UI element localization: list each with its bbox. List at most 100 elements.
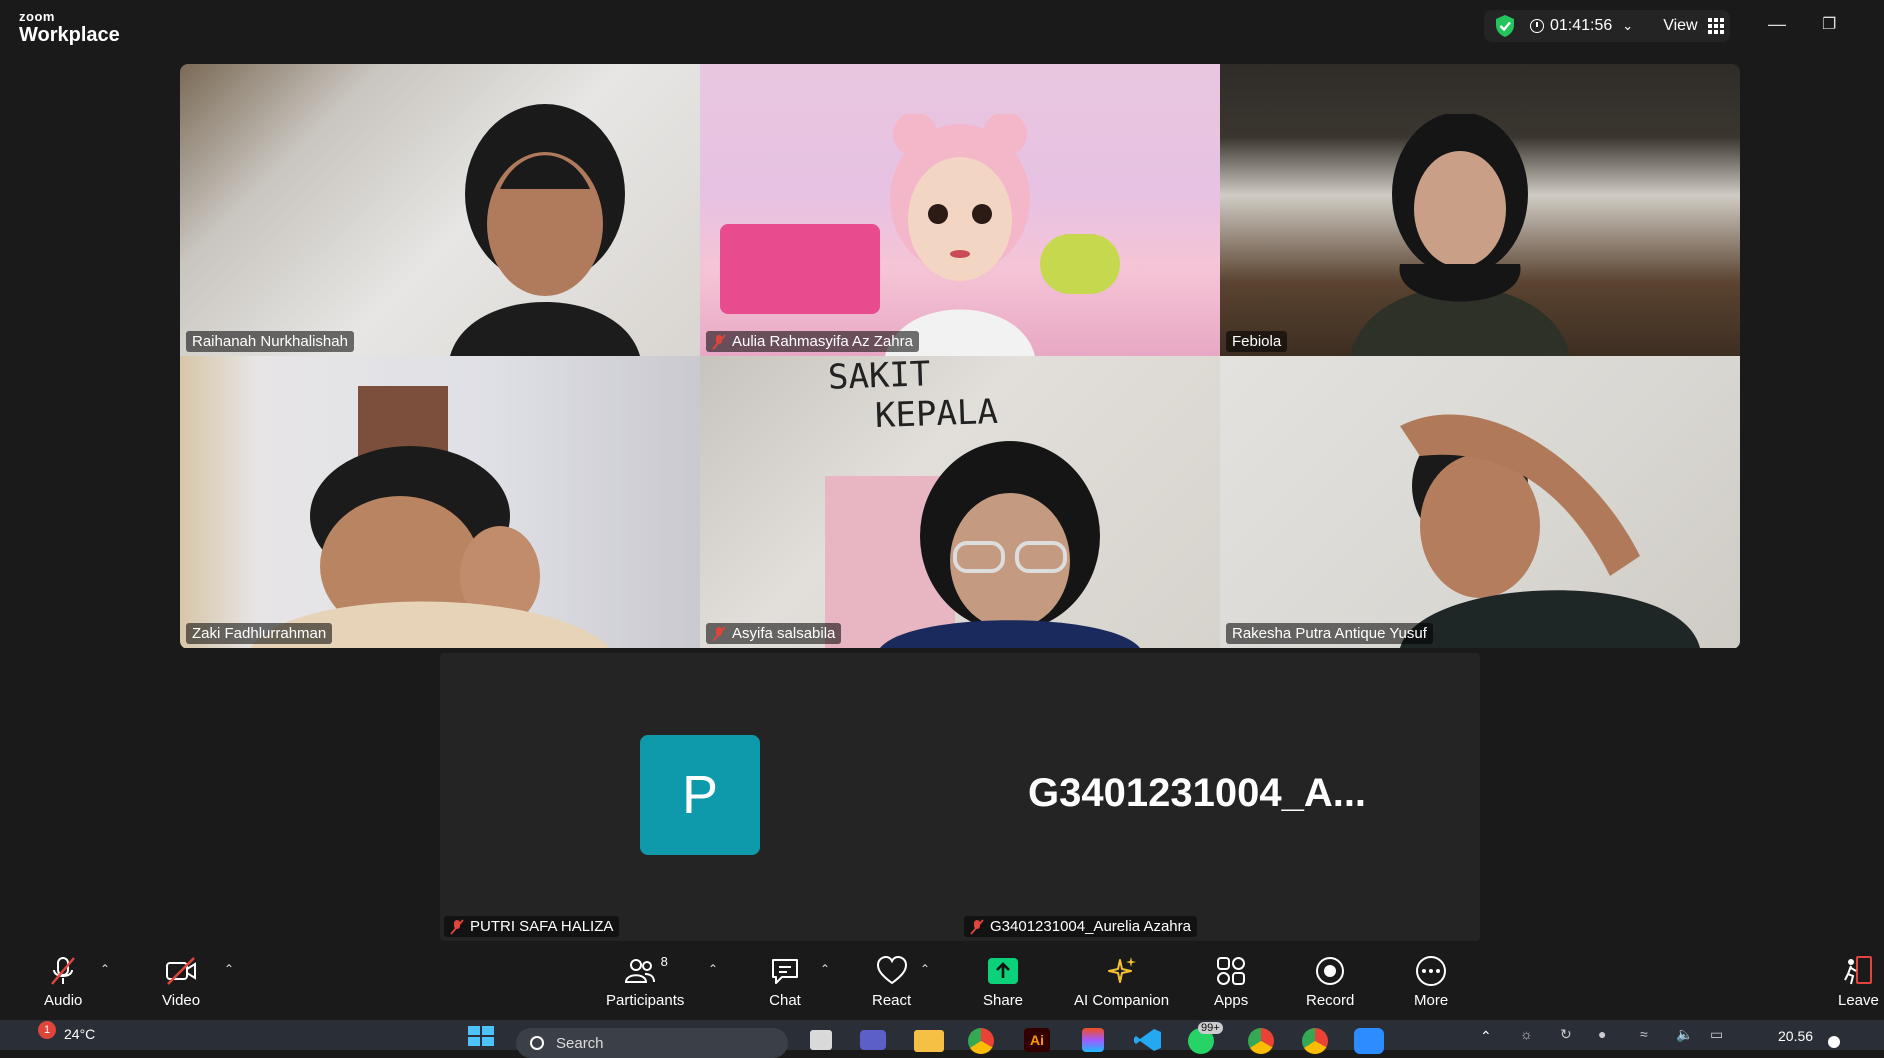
participant-name-tag: Raihanah Nurkhalishah — [186, 331, 354, 352]
more-button[interactable]: More — [1414, 954, 1448, 1009]
restore-icon[interactable]: ❐ — [1822, 14, 1836, 34]
clock-icon — [1530, 19, 1544, 33]
speaker-icon[interactable]: 🔈 — [1676, 1026, 1693, 1043]
react-button[interactable]: React — [872, 954, 911, 1009]
minimize-icon[interactable]: — — [1768, 14, 1786, 35]
participant-video — [1400, 414, 1700, 648]
grid-icon — [1707, 18, 1724, 34]
teams-icon[interactable] — [860, 1030, 886, 1050]
avatar-video — [885, 114, 1035, 356]
notification-dot-icon[interactable] — [1828, 1036, 1840, 1048]
participants-button[interactable]: 8 Participants — [606, 954, 684, 1009]
leave-button[interactable]: Leave — [1838, 954, 1879, 1009]
sparkle-icon — [1107, 957, 1136, 983]
muted-mic-icon — [712, 625, 726, 642]
video-options-caret[interactable]: ⌃ — [224, 962, 234, 976]
video-tile[interactable]: SAKIT KEPALA Asyifa salsabila — [700, 356, 1220, 648]
battery-icon[interactable]: ▭ — [1710, 1026, 1723, 1043]
chat-options-caret[interactable]: ⌃ — [820, 962, 830, 976]
record-label: Record — [1306, 992, 1355, 1009]
avatar: P — [640, 735, 760, 855]
share-button[interactable]: Share — [983, 954, 1023, 1009]
shield-icon[interactable] — [1494, 14, 1516, 38]
view-label: View — [1663, 17, 1698, 34]
ai-companion-label: AI Companion — [1074, 992, 1170, 1009]
participant-name: G3401231004_Aurelia Azahra — [990, 918, 1191, 935]
brand-small: zoom — [19, 9, 55, 24]
participant-name: Rakesha Putra Antique Yusuf — [1232, 625, 1427, 642]
participants-options-caret[interactable]: ⌃ — [708, 962, 718, 976]
meeting-toolbar: Audio ⌃ Video ⌃ 8 Participants ⌃ Chat ⌃ … — [0, 946, 1884, 1020]
mic-tray-icon[interactable]: ● — [1598, 1026, 1606, 1042]
task-view-icon[interactable] — [810, 1030, 832, 1050]
search-placeholder: Search — [556, 1034, 604, 1052]
apps-button[interactable]: Apps — [1214, 954, 1248, 1009]
taskbar-search[interactable]: Search — [516, 1028, 788, 1058]
people-icon — [624, 959, 655, 983]
participant-name: Raihanah Nurkhalishah — [192, 333, 348, 350]
audio-options-caret[interactable]: ⌃ — [100, 962, 110, 976]
avatar-letter: P — [681, 765, 719, 825]
video-tile[interactable]: Raihanah Nurkhalishah — [180, 64, 700, 356]
view-button[interactable]: View — [1663, 17, 1724, 35]
participants-count: 8 — [660, 954, 668, 969]
leave-icon — [1844, 956, 1873, 985]
record-icon — [1316, 957, 1345, 985]
weather-icon: 1 — [28, 1021, 56, 1045]
share-label: Share — [983, 992, 1024, 1009]
participant-name-tag: G3401231004_Aurelia Azahra — [964, 916, 1197, 937]
participant-name-tag: PUTRI SAFA HALIZA — [444, 916, 620, 937]
figma-icon[interactable] — [1082, 1028, 1104, 1052]
react-label: React — [872, 992, 912, 1009]
more-icon — [1416, 956, 1447, 986]
brand-large: Workplace — [19, 24, 120, 46]
windows-start-icon[interactable] — [468, 1026, 494, 1046]
video-tile[interactable]: Zaki Fadhlurrahman — [180, 356, 700, 648]
illustrator-icon[interactable]: Ai — [1024, 1028, 1050, 1052]
windows-taskbar: 1 24°C Search Ai 99+ ⌃ ☼ ↻ ● ≈ 🔈 ▭ 20.56 — [0, 1020, 1884, 1058]
muted-mic-icon — [970, 918, 984, 935]
muted-mic-icon — [450, 918, 464, 935]
chrome-icon[interactable] — [968, 1028, 994, 1054]
participant-video — [1350, 114, 1570, 356]
apps-label: Apps — [1214, 992, 1249, 1009]
audio-button[interactable]: Audio — [44, 954, 82, 1009]
participants-label: Participants — [606, 992, 685, 1009]
video-tile[interactable]: Aulia Rahmasyifa Az Zahra — [700, 64, 1220, 356]
chrome-profile-icon[interactable] — [1302, 1028, 1328, 1054]
participant-name-tag: Asyifa salsabila — [706, 623, 842, 644]
audio-only-tile[interactable]: P G3401231004_A... PUTRI SAFA HALIZA G34… — [440, 653, 1480, 941]
participant-name: Asyifa salsabila — [732, 625, 836, 642]
video-tile[interactable]: Febiola — [1220, 64, 1740, 356]
chat-button[interactable]: Chat — [768, 954, 802, 1009]
wifi-icon[interactable]: ☼ — [1520, 1026, 1533, 1042]
weather-widget[interactable]: 1 24°C — [28, 1021, 95, 1045]
react-options-caret[interactable]: ⌃ — [920, 962, 930, 976]
file-explorer-icon[interactable] — [914, 1030, 944, 1052]
muted-mic-icon — [51, 957, 76, 985]
more-label: More — [1414, 992, 1449, 1009]
video-off-icon — [166, 957, 197, 985]
zoom-taskbar-icon[interactable] — [1354, 1028, 1384, 1054]
system-tray-chevron-icon[interactable]: ⌃ — [1480, 1028, 1492, 1045]
record-button[interactable]: Record — [1306, 954, 1354, 1009]
heart-icon — [876, 955, 907, 985]
taskbar-clock[interactable]: 20.56 — [1778, 1028, 1813, 1044]
whatsapp-icon[interactable]: 99+ — [1188, 1022, 1223, 1054]
participant-name-tag: Aulia Rahmasyifa Az Zahra — [706, 331, 919, 352]
vscode-icon[interactable] — [1134, 1028, 1162, 1052]
participant-video — [880, 441, 1140, 648]
network-icon[interactable]: ≈ — [1640, 1026, 1648, 1042]
participant-name: Febiola — [1232, 333, 1282, 350]
video-gallery: Raihanah Nurkhalishah Aulia Rahmasyifa A… — [180, 64, 1740, 649]
video-tile-active-speaker[interactable]: Rakesha Putra Antique Yusuf — [1220, 356, 1740, 648]
participant-name-tag: Zaki Fadhlurrahman — [186, 623, 333, 644]
meeting-timer[interactable]: 01:41:56 ⌄ — [1530, 17, 1633, 35]
ai-companion-button[interactable]: AI Companion — [1074, 954, 1169, 1009]
video-button[interactable]: Video — [162, 954, 200, 1009]
title-bar: zoom Workplace 01:41:56 ⌄ View — ❐ — [0, 0, 1884, 54]
chevron-down-icon: ⌄ — [1622, 18, 1634, 33]
zoom-logo: zoom Workplace — [19, 9, 120, 47]
refresh-icon[interactable]: ↻ — [1560, 1026, 1572, 1043]
chrome-profile-icon[interactable] — [1248, 1028, 1274, 1054]
